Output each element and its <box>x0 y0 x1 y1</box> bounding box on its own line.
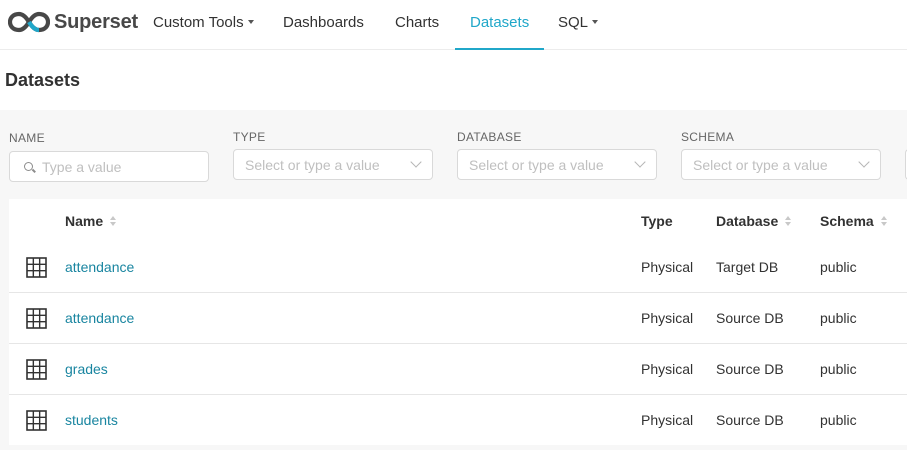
filter-name-label: NAME <box>9 131 45 145</box>
table-grid-icon <box>26 359 47 380</box>
name-search-input[interactable]: Type a value <box>9 151 209 182</box>
database-select[interactable]: Select or type a value <box>457 149 657 180</box>
dataset-schema: public <box>820 361 857 377</box>
nav-datasets[interactable]: Datasets <box>455 0 545 50</box>
type-select[interactable]: Select or type a value <box>233 149 433 180</box>
table-row: attendance Physical Source DB public <box>9 293 907 344</box>
column-header-name-label: Name <box>65 213 104 229</box>
chevron-down-icon <box>858 156 870 168</box>
chevron-down-icon <box>634 156 646 168</box>
table-grid-icon <box>26 308 47 329</box>
column-header-type-label: Type <box>641 213 673 229</box>
sort-icon <box>110 216 117 227</box>
column-header-database-label: Database <box>716 213 779 229</box>
dataset-type: Physical <box>641 361 694 377</box>
filter-database-label: DATABASE <box>457 130 522 144</box>
schema-select[interactable]: Select or type a value <box>681 149 881 180</box>
column-header-schema[interactable]: Schema <box>820 213 887 229</box>
chevron-down-icon <box>410 156 422 168</box>
column-header-type: Type <box>641 213 673 229</box>
dataset-name-link[interactable]: students <box>65 412 118 428</box>
active-tab-indicator <box>455 48 545 50</box>
table-row: grades Physical Source DB public <box>9 344 907 395</box>
nav-sql[interactable]: SQL <box>558 0 599 50</box>
filter-schema-label: SCHEMA <box>681 130 735 144</box>
brand[interactable]: Superset <box>8 9 138 35</box>
name-search-placeholder: Type a value <box>42 159 122 175</box>
sort-icon <box>880 216 887 227</box>
nav-charts-label: Charts <box>395 14 440 31</box>
dataset-type: Physical <box>641 412 694 428</box>
column-header-name[interactable]: Name <box>65 213 117 229</box>
column-header-schema-label: Schema <box>820 213 874 229</box>
dataset-name-link[interactable]: attendance <box>65 259 134 275</box>
dataset-name-link[interactable]: attendance <box>65 310 134 326</box>
table-row: attendance Physical Target DB public <box>9 242 907 293</box>
caret-down-icon <box>592 20 599 25</box>
table-grid-icon <box>26 257 47 278</box>
dataset-database: Target DB <box>716 259 779 275</box>
dataset-database: Source DB <box>716 310 784 326</box>
page-title: Datasets <box>5 70 81 90</box>
schema-select-placeholder: Select or type a value <box>693 157 828 173</box>
dataset-schema: public <box>820 310 857 326</box>
filter-type-label: TYPE <box>233 130 266 144</box>
dataset-schema: public <box>820 412 857 428</box>
brand-name: Superset <box>54 10 138 33</box>
nav-sql-label: SQL <box>558 14 589 31</box>
dataset-type: Physical <box>641 310 694 326</box>
top-navbar: Superset Custom Tools Dashboards Charts … <box>0 0 907 50</box>
search-icon <box>24 162 36 173</box>
table-grid-icon <box>26 410 47 431</box>
nav-custom-tools-label: Custom Tools <box>153 14 244 31</box>
table-row: students Physical Source DB public <box>9 395 907 446</box>
type-select-placeholder: Select or type a value <box>245 157 380 173</box>
database-select-placeholder: Select or type a value <box>469 157 604 173</box>
nav-charts[interactable]: Charts <box>395 0 439 50</box>
datasets-table: Name Type Database Schema attendance Phy… <box>9 199 907 445</box>
nav-dashboards-label: Dashboards <box>283 14 364 31</box>
sort-icon <box>785 216 792 227</box>
dataset-type: Physical <box>641 259 694 275</box>
dataset-schema: public <box>820 259 857 275</box>
dataset-database: Source DB <box>716 361 784 377</box>
caret-down-icon <box>247 20 254 25</box>
dataset-name-link[interactable]: grades <box>65 361 108 377</box>
superset-logo-icon <box>8 11 50 33</box>
nav-dashboards[interactable]: Dashboards <box>283 0 364 50</box>
nav-datasets-label: Datasets <box>470 14 530 31</box>
column-header-database[interactable]: Database <box>716 213 792 229</box>
nav-custom-tools[interactable]: Custom Tools <box>153 0 254 50</box>
dataset-database: Source DB <box>716 412 784 428</box>
